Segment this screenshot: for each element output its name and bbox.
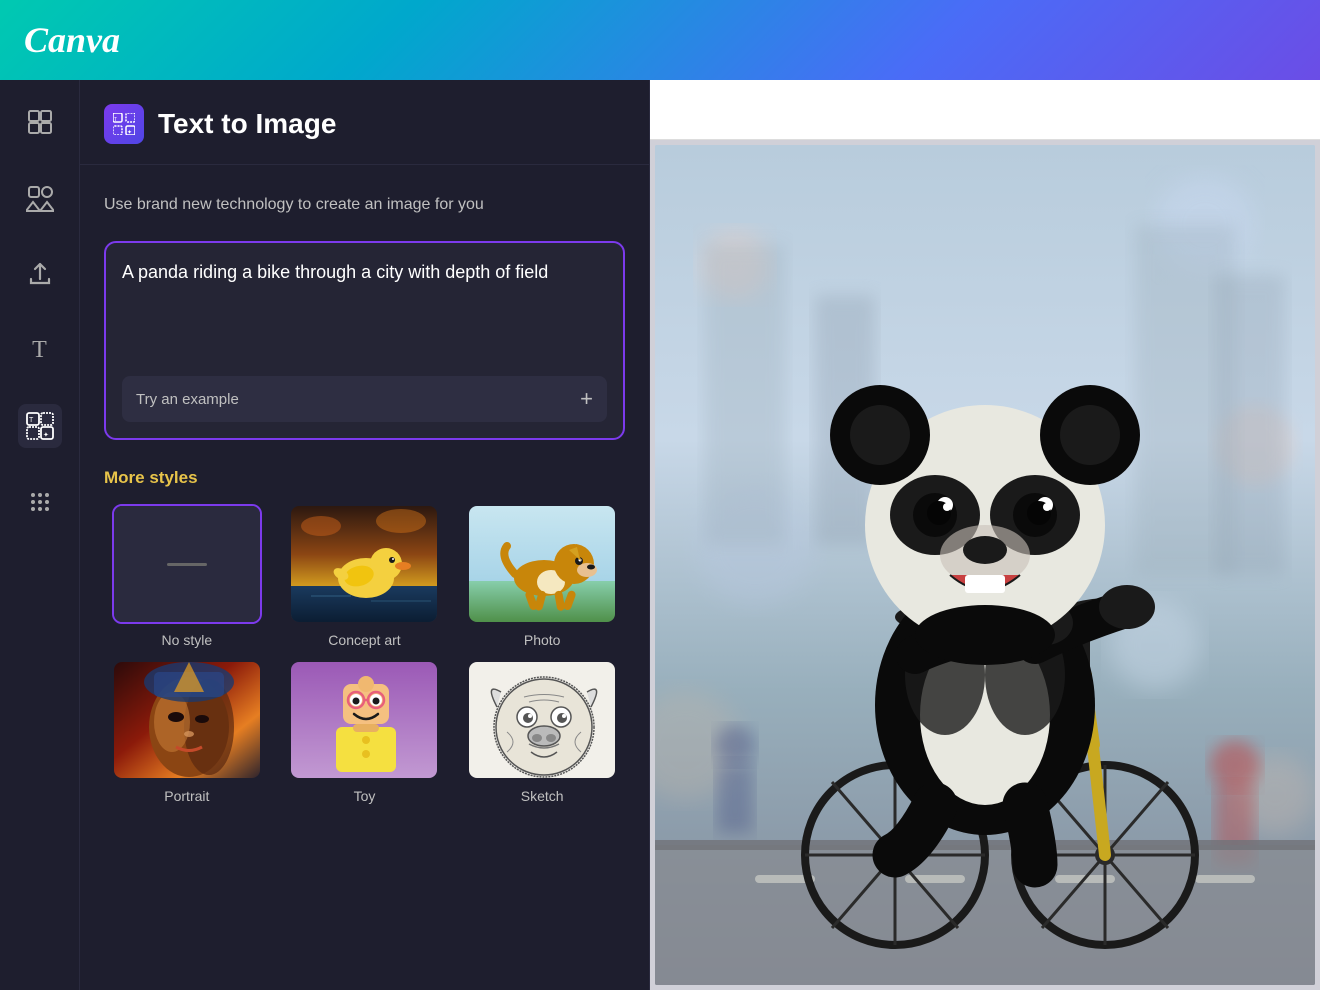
style-item-concept-art[interactable]: Concept art bbox=[282, 504, 448, 648]
svg-text:✦: ✦ bbox=[43, 431, 49, 439]
more-styles-section: More styles No style bbox=[104, 468, 625, 804]
svg-text:T: T bbox=[29, 417, 34, 424]
style-thumb-concept-art[interactable] bbox=[289, 504, 439, 624]
text-input-area[interactable]: A panda riding a bike through a city wit… bbox=[104, 241, 625, 440]
more-styles-title: More styles bbox=[104, 468, 625, 488]
panel-header-icon: T ✦ bbox=[104, 104, 144, 144]
canvas-area bbox=[650, 80, 1320, 990]
text-to-image-panel: T ✦ Text to Image Use brand new technolo… bbox=[80, 80, 650, 990]
sidebar-item-apps[interactable] bbox=[18, 480, 62, 524]
try-example-button[interactable]: Try an example + bbox=[122, 376, 607, 422]
style-item-toy[interactable]: Toy bbox=[282, 660, 448, 804]
style-label-concept-art: Concept art bbox=[328, 632, 400, 648]
style-thumb-photo[interactable] bbox=[467, 504, 617, 624]
sidebar-item-layout[interactable] bbox=[18, 100, 62, 144]
style-item-portrait[interactable]: Portrait bbox=[104, 660, 270, 804]
svg-text:T: T bbox=[114, 117, 117, 123]
panel-title: Text to Image bbox=[158, 108, 336, 140]
style-item-sketch[interactable]: Sketch bbox=[459, 660, 625, 804]
image-prompt-input[interactable]: A panda riding a bike through a city wit… bbox=[122, 259, 607, 359]
canvas-top-bar bbox=[650, 80, 1320, 140]
canva-logo: Canva bbox=[24, 19, 120, 61]
no-style-dash-icon bbox=[167, 563, 207, 566]
try-example-plus-icon: + bbox=[580, 386, 593, 412]
sidebar-item-uploads[interactable] bbox=[18, 252, 62, 296]
style-thumb-sketch[interactable] bbox=[467, 660, 617, 780]
canvas-image-container bbox=[650, 140, 1320, 990]
style-label-sketch: Sketch bbox=[521, 788, 564, 804]
sidebar-item-text[interactable]: T bbox=[18, 328, 62, 372]
style-thumb-no-style[interactable] bbox=[112, 504, 262, 624]
style-thumb-portrait[interactable] bbox=[112, 660, 262, 780]
app-header: Canva bbox=[0, 0, 1320, 80]
styles-grid: No style bbox=[104, 504, 625, 804]
panel-header: T ✦ Text to Image bbox=[80, 80, 649, 165]
style-item-no-style[interactable]: No style bbox=[104, 504, 270, 648]
style-thumb-toy[interactable] bbox=[289, 660, 439, 780]
style-label-toy: Toy bbox=[354, 788, 376, 804]
main-layout: T T ✦ bbox=[0, 80, 1320, 990]
panel-description: Use brand new technology to create an im… bbox=[104, 193, 625, 217]
style-label-portrait: Portrait bbox=[164, 788, 209, 804]
svg-text:✦: ✦ bbox=[127, 129, 132, 135]
sidebar-item-elements[interactable] bbox=[18, 176, 62, 220]
icon-sidebar: T T ✦ bbox=[0, 80, 80, 990]
panda-generated-image bbox=[655, 145, 1315, 985]
try-example-label: Try an example bbox=[136, 391, 239, 408]
panel-content: Use brand new technology to create an im… bbox=[80, 165, 649, 832]
style-label-no-style: No style bbox=[162, 632, 213, 648]
style-item-photo[interactable]: Photo bbox=[459, 504, 625, 648]
style-label-photo: Photo bbox=[524, 632, 561, 648]
sidebar-item-text-to-image[interactable]: T ✦ bbox=[18, 404, 62, 448]
